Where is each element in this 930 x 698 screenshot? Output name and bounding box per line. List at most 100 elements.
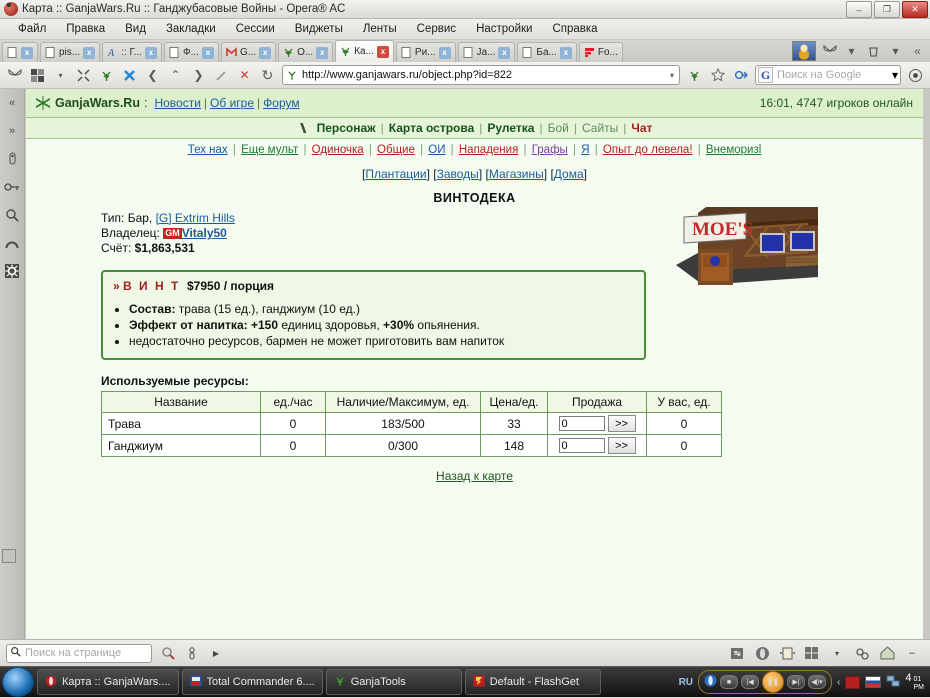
zoom-icon[interactable] bbox=[854, 646, 870, 660]
collapse-tabs-icon[interactable]: « bbox=[909, 43, 926, 60]
sell-submit-button[interactable]: >> bbox=[607, 437, 636, 454]
tab-close-icon[interactable]: x bbox=[259, 46, 272, 59]
browser-tab[interactable]: Ja... x bbox=[457, 42, 516, 62]
header-link-forum[interactable]: Форум bbox=[263, 96, 299, 110]
panel-minimize-handle[interactable] bbox=[2, 549, 16, 563]
transfer-icon[interactable]: ↹ bbox=[729, 646, 745, 660]
tab-close-icon[interactable]: x bbox=[21, 46, 33, 59]
chevron-down-icon[interactable]: ▾ bbox=[52, 67, 69, 84]
category-factories[interactable]: Заводы bbox=[437, 167, 479, 181]
back-icon[interactable]: ❮ bbox=[144, 67, 161, 84]
restore-button[interactable]: ❐ bbox=[874, 1, 900, 18]
clan-link[interactable]: [G] Extrim Hills bbox=[156, 211, 235, 225]
edit-pencil-icon[interactable] bbox=[213, 67, 230, 84]
minimize-button[interactable]: – bbox=[846, 1, 872, 18]
menu-edit[interactable]: Правка bbox=[56, 21, 115, 37]
sublink-oi[interactable]: ОИ bbox=[428, 144, 445, 156]
taskbar-item-ganjatools[interactable]: GanjaTools bbox=[325, 669, 462, 695]
tab-close-icon[interactable]: x bbox=[376, 45, 389, 58]
settings-gear-icon[interactable] bbox=[4, 263, 20, 279]
taskbar-item-flashget[interactable]: Default - FlashGet bbox=[464, 669, 601, 695]
key-icon[interactable] bbox=[4, 179, 20, 195]
close-button[interactable]: ✕ bbox=[902, 1, 928, 18]
tab-close-icon[interactable]: x bbox=[438, 46, 451, 59]
page-scrollbar[interactable] bbox=[923, 89, 930, 639]
trash-icon[interactable] bbox=[865, 43, 882, 60]
back-to-map-link[interactable]: Назад к карте bbox=[436, 469, 513, 483]
leaf-icon[interactable] bbox=[98, 67, 115, 84]
category-plantations[interactable]: Плантации bbox=[365, 167, 426, 181]
network-icon[interactable] bbox=[886, 675, 900, 690]
sublink-attacks[interactable]: Нападения bbox=[459, 144, 518, 156]
category-houses[interactable]: Дома bbox=[554, 167, 584, 181]
sublink-single[interactable]: Одиночка bbox=[312, 144, 364, 156]
forward-icon[interactable]: ❯ bbox=[190, 67, 207, 84]
tab-close-icon[interactable]: x bbox=[145, 46, 157, 59]
reload-icon[interactable]: ↻ bbox=[259, 67, 276, 84]
nav-item-island-map[interactable]: Карта острова bbox=[389, 121, 474, 135]
browser-tab[interactable]: x bbox=[2, 42, 38, 62]
sublink-graphs[interactable]: Графы bbox=[532, 144, 568, 156]
browser-tab[interactable]: Ф... x bbox=[164, 42, 219, 62]
menu-tools[interactable]: Сервис bbox=[407, 21, 466, 37]
next-track-button[interactable]: ▶| bbox=[787, 675, 806, 689]
menu-file[interactable]: Файл bbox=[8, 21, 56, 37]
stop-icon[interactable]: ✕ bbox=[236, 67, 253, 84]
chevron-down-icon[interactable]: ▾ bbox=[887, 43, 904, 60]
panels-icon[interactable] bbox=[29, 67, 46, 84]
taskbar-item-total-commander[interactable]: Total Commander 6.... bbox=[181, 669, 323, 695]
browser-tab[interactable]: A :: Г... x bbox=[102, 42, 162, 62]
browser-tab[interactable]: pis... x bbox=[40, 42, 101, 62]
previous-track-button[interactable]: |◀ bbox=[741, 675, 760, 689]
search-input[interactable]: Поиск на Google bbox=[777, 69, 888, 81]
sell-amount-input[interactable] bbox=[558, 438, 605, 453]
find-next-icon[interactable] bbox=[160, 646, 176, 660]
tab-close-icon[interactable]: x bbox=[316, 46, 329, 59]
category-shops[interactable]: Магазины bbox=[489, 167, 544, 181]
menu-feeds[interactable]: Ленты bbox=[353, 21, 407, 37]
menu-view[interactable]: Вид bbox=[115, 21, 156, 37]
header-link-news[interactable]: Новости bbox=[154, 96, 200, 110]
start-button[interactable] bbox=[2, 667, 34, 697]
nav-item-roulette[interactable]: Рулетка bbox=[487, 121, 534, 135]
chevron-down-icon[interactable]: ▾ bbox=[670, 71, 677, 80]
chevron-down-icon[interactable]: ▾ bbox=[892, 68, 898, 82]
browser-tab[interactable]: Fo... bbox=[578, 42, 623, 62]
sublink-exp-to-level[interactable]: Опыт до левела! bbox=[603, 144, 693, 156]
nav-item-character[interactable]: Персонаж bbox=[317, 121, 376, 135]
wand-icon[interactable] bbox=[732, 67, 749, 84]
bookmarks-icon[interactable] bbox=[4, 151, 20, 167]
tab-close-icon[interactable]: x bbox=[83, 46, 96, 59]
tile-icon[interactable] bbox=[804, 646, 820, 660]
tab-close-icon[interactable]: x bbox=[498, 46, 511, 59]
stop-button[interactable]: ■ bbox=[720, 675, 739, 689]
sublink-me[interactable]: Я bbox=[581, 144, 589, 156]
chevron-down-icon[interactable]: ▾ bbox=[829, 646, 845, 660]
globe-icon[interactable] bbox=[907, 67, 924, 84]
chevron-down-icon[interactable]: ▾ bbox=[843, 43, 860, 60]
collapse-left-icon[interactable]: « bbox=[4, 95, 20, 111]
nav-item-sites[interactable]: Сайты bbox=[582, 121, 618, 135]
play-icon[interactable]: ▶ bbox=[208, 646, 224, 660]
sublink-teh-nah[interactable]: Тех нах bbox=[188, 144, 228, 156]
sell-amount-input[interactable] bbox=[558, 416, 605, 431]
butterfly-icon[interactable] bbox=[6, 67, 23, 84]
browser-tab[interactable]: Ба... x bbox=[517, 42, 577, 62]
address-bar[interactable]: http://www.ganjawars.ru/object.php?id=82… bbox=[282, 65, 680, 85]
russia-flag-icon[interactable] bbox=[865, 676, 882, 688]
star-icon[interactable] bbox=[709, 67, 726, 84]
volume-button[interactable]: ◀)▾ bbox=[808, 675, 827, 689]
menu-bookmarks[interactable]: Закладки bbox=[156, 21, 226, 37]
sublink-more-mult[interactable]: Еще мульт bbox=[241, 144, 298, 156]
tray-expand-icon[interactable]: ‹ bbox=[837, 677, 840, 688]
tab-close-icon[interactable]: x bbox=[201, 46, 214, 59]
find-input[interactable]: Поиск на странице bbox=[25, 647, 121, 659]
nav-item-chat[interactable]: Чат bbox=[631, 121, 652, 135]
keyboard-layout-indicator[interactable]: RU bbox=[679, 677, 693, 688]
menu-settings[interactable]: Настройки bbox=[466, 21, 542, 37]
owner-link[interactable]: Vitaly50 bbox=[182, 226, 227, 240]
leaf-icon[interactable] bbox=[686, 67, 703, 84]
search-icon[interactable] bbox=[4, 207, 20, 223]
menu-help[interactable]: Справка bbox=[542, 21, 607, 37]
clown-thumbnail[interactable] bbox=[792, 41, 816, 61]
